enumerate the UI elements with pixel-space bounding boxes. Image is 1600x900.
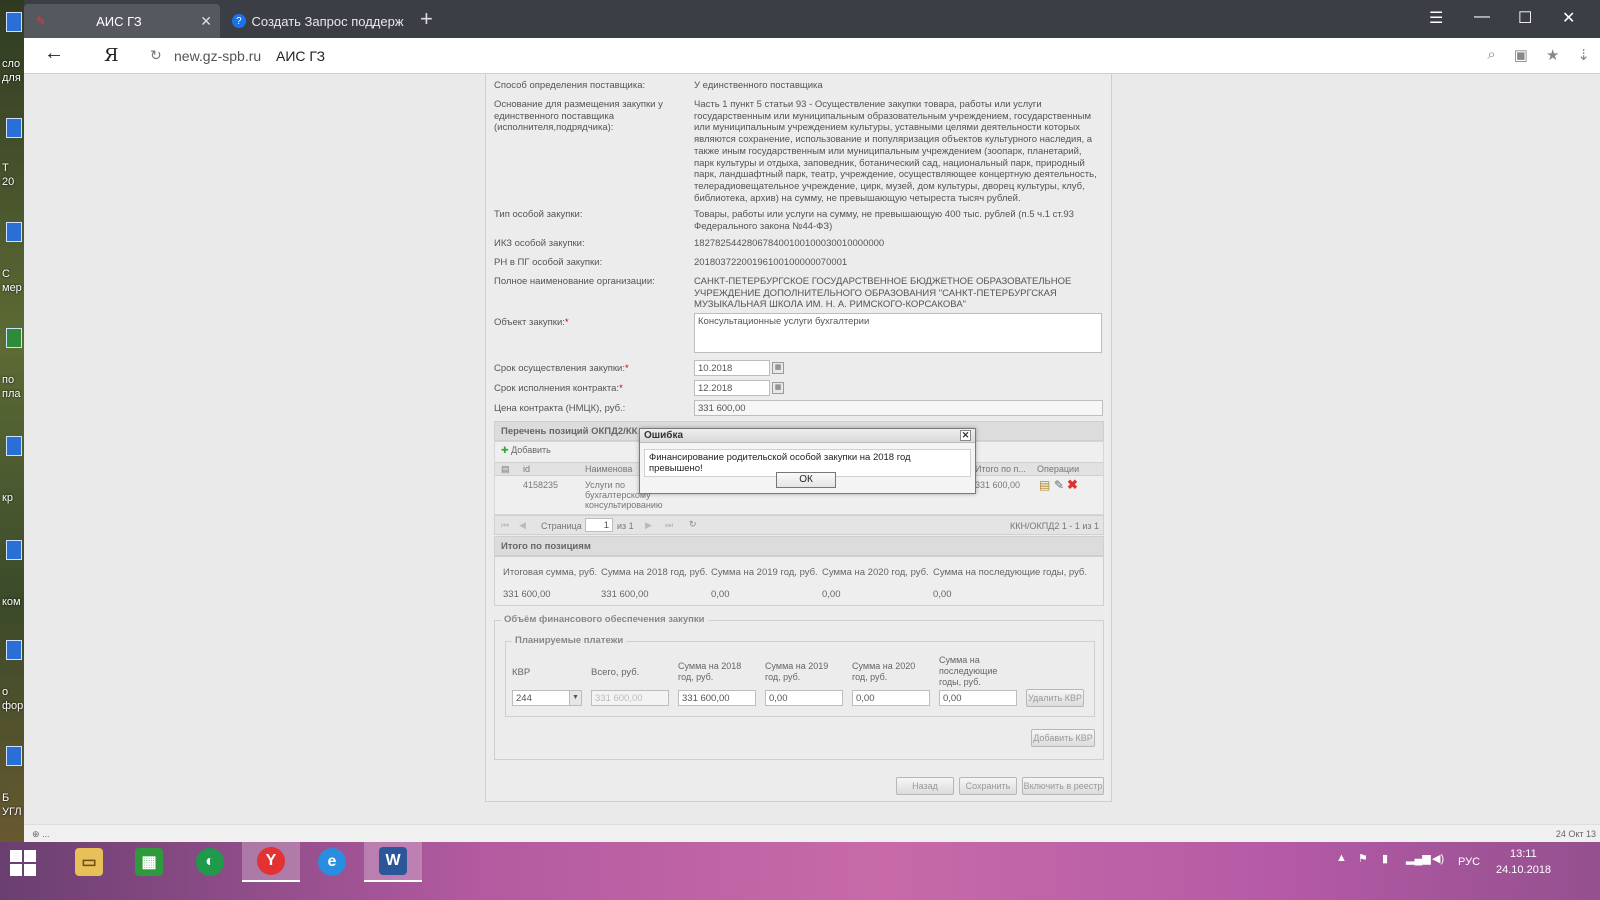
download-icon[interactable]: ⇣ [1577, 46, 1590, 64]
desktop-label: 20 [2, 176, 15, 188]
yandex-browser-icon[interactable]: Y [242, 842, 300, 882]
file-explorer-icon[interactable]: ▭ [60, 842, 118, 882]
tab-label: Создать Запрос поддержки [251, 13, 404, 29]
tab-ais-gz[interactable]: ✎ АИС ГЗ ✕ [24, 4, 220, 38]
green-circle-app-icon[interactable]: ◐ [181, 842, 239, 882]
windows-start-icon[interactable] [10, 850, 38, 878]
address-bar: ← Я ↻ new.gz-spb.ru АИС ГЗ ⌕ ▣ ★ ⇣ [24, 38, 1600, 74]
desktop-label: мер [2, 282, 22, 294]
desktop-file-icon[interactable] [6, 118, 22, 138]
url-page-title[interactable]: АИС ГЗ [276, 48, 325, 64]
ok-button[interactable]: ОК [776, 472, 836, 488]
desktop-file-icon[interactable] [6, 746, 22, 766]
desktop-label: фор [2, 700, 24, 712]
close-window-icon[interactable]: ✕ [1562, 8, 1575, 28]
internet-explorer-icon[interactable]: e [303, 842, 361, 882]
desktop-file-icon[interactable] [6, 328, 22, 348]
star-icon[interactable]: ★ [1546, 46, 1559, 64]
network-icon[interactable]: ▂▄▆ [1406, 852, 1431, 865]
volume-icon[interactable]: ◀) [1432, 852, 1444, 865]
desktop-label: ком [2, 596, 21, 608]
dialog-title: Ошибка [644, 430, 684, 441]
desktop-label: кр [2, 492, 13, 504]
help-icon: ? [232, 14, 246, 28]
status-right: 24 Окт 13 [1555, 829, 1596, 839]
desktop-label: по [2, 374, 15, 386]
desktop-file-icon[interactable] [6, 12, 22, 32]
clock-time[interactable]: 13:11 [1510, 848, 1537, 860]
address-icons: ⌕ ▣ ★ ⇣ [1487, 46, 1590, 64]
site-favicon-icon: ✎ [36, 14, 47, 28]
flag-icon[interactable]: ⚑ [1358, 852, 1368, 865]
desktop-file-icon[interactable] [6, 640, 22, 660]
maximize-icon[interactable]: ☐ [1518, 8, 1532, 28]
yandex-logo-icon[interactable]: Я [104, 45, 119, 66]
browser-status-bar: ⊕ ... 24 Окт 13 [24, 824, 1600, 842]
word-icon[interactable]: W [364, 842, 422, 882]
desktop-label: С [2, 268, 10, 280]
desktop-label: сло [2, 58, 21, 70]
desktop-file-icon[interactable] [6, 540, 22, 560]
page-viewport: Способ определения поставщика: У единств… [24, 74, 1600, 824]
minimize-icon[interactable]: — [1474, 8, 1490, 26]
close-icon[interactable]: ✕ [960, 430, 971, 441]
lock-icon[interactable]: ▣ [1514, 46, 1528, 64]
spreadsheet-icon[interactable]: ▦ [120, 842, 178, 882]
desktop-label: Т [2, 162, 9, 174]
desktop-label: о [2, 686, 9, 698]
tray-up-arrow-icon[interactable]: ▲ [1336, 852, 1347, 864]
new-tab-plus-icon[interactable]: + [420, 6, 433, 32]
close-icon[interactable]: ✕ [200, 13, 212, 30]
dialog-header: Ошибка ✕ [640, 429, 975, 443]
desktop-label: пла [2, 388, 21, 400]
desktop-file-icon[interactable] [6, 436, 22, 456]
url-host[interactable]: new.gz-spb.ru [174, 48, 261, 64]
status-left: ⊕ ... [32, 829, 50, 839]
tab-label: АИС ГЗ [96, 13, 142, 29]
desktop-label: Б [2, 792, 10, 804]
clock-date[interactable]: 24.10.2018 [1496, 864, 1551, 876]
error-dialog: Ошибка ✕ Финансирование родительской осо… [639, 428, 976, 494]
taskbar: ▭ ▦ ◐ Y e W ▲ ⚑ ▮ ▂▄▆ ◀) РУС 13:11 24.10… [0, 842, 1600, 900]
search-icon[interactable]: ⌕ [1487, 46, 1495, 64]
menu-hamburger-icon[interactable]: ☰ [1429, 8, 1443, 28]
desktop-strip: сло для Т 20 С мер по пла кр ком о фор Б… [0, 0, 24, 860]
desktop-label: для [2, 72, 21, 84]
browser-window: ✎ АИС ГЗ ✕ ? Создать Запрос поддержки + … [24, 0, 1600, 860]
battery-icon[interactable]: ▮ [1382, 852, 1388, 865]
language-indicator[interactable]: РУС [1458, 856, 1480, 868]
reload-icon[interactable]: ↻ [150, 47, 162, 64]
desktop-label: УГЛ [2, 806, 22, 818]
tab-support-request[interactable]: ? Создать Запрос поддержки [220, 4, 416, 38]
tab-bar: ✎ АИС ГЗ ✕ ? Создать Запрос поддержки + … [24, 0, 1600, 38]
back-arrow-icon[interactable]: ← [44, 42, 64, 65]
desktop-file-icon[interactable] [6, 222, 22, 242]
